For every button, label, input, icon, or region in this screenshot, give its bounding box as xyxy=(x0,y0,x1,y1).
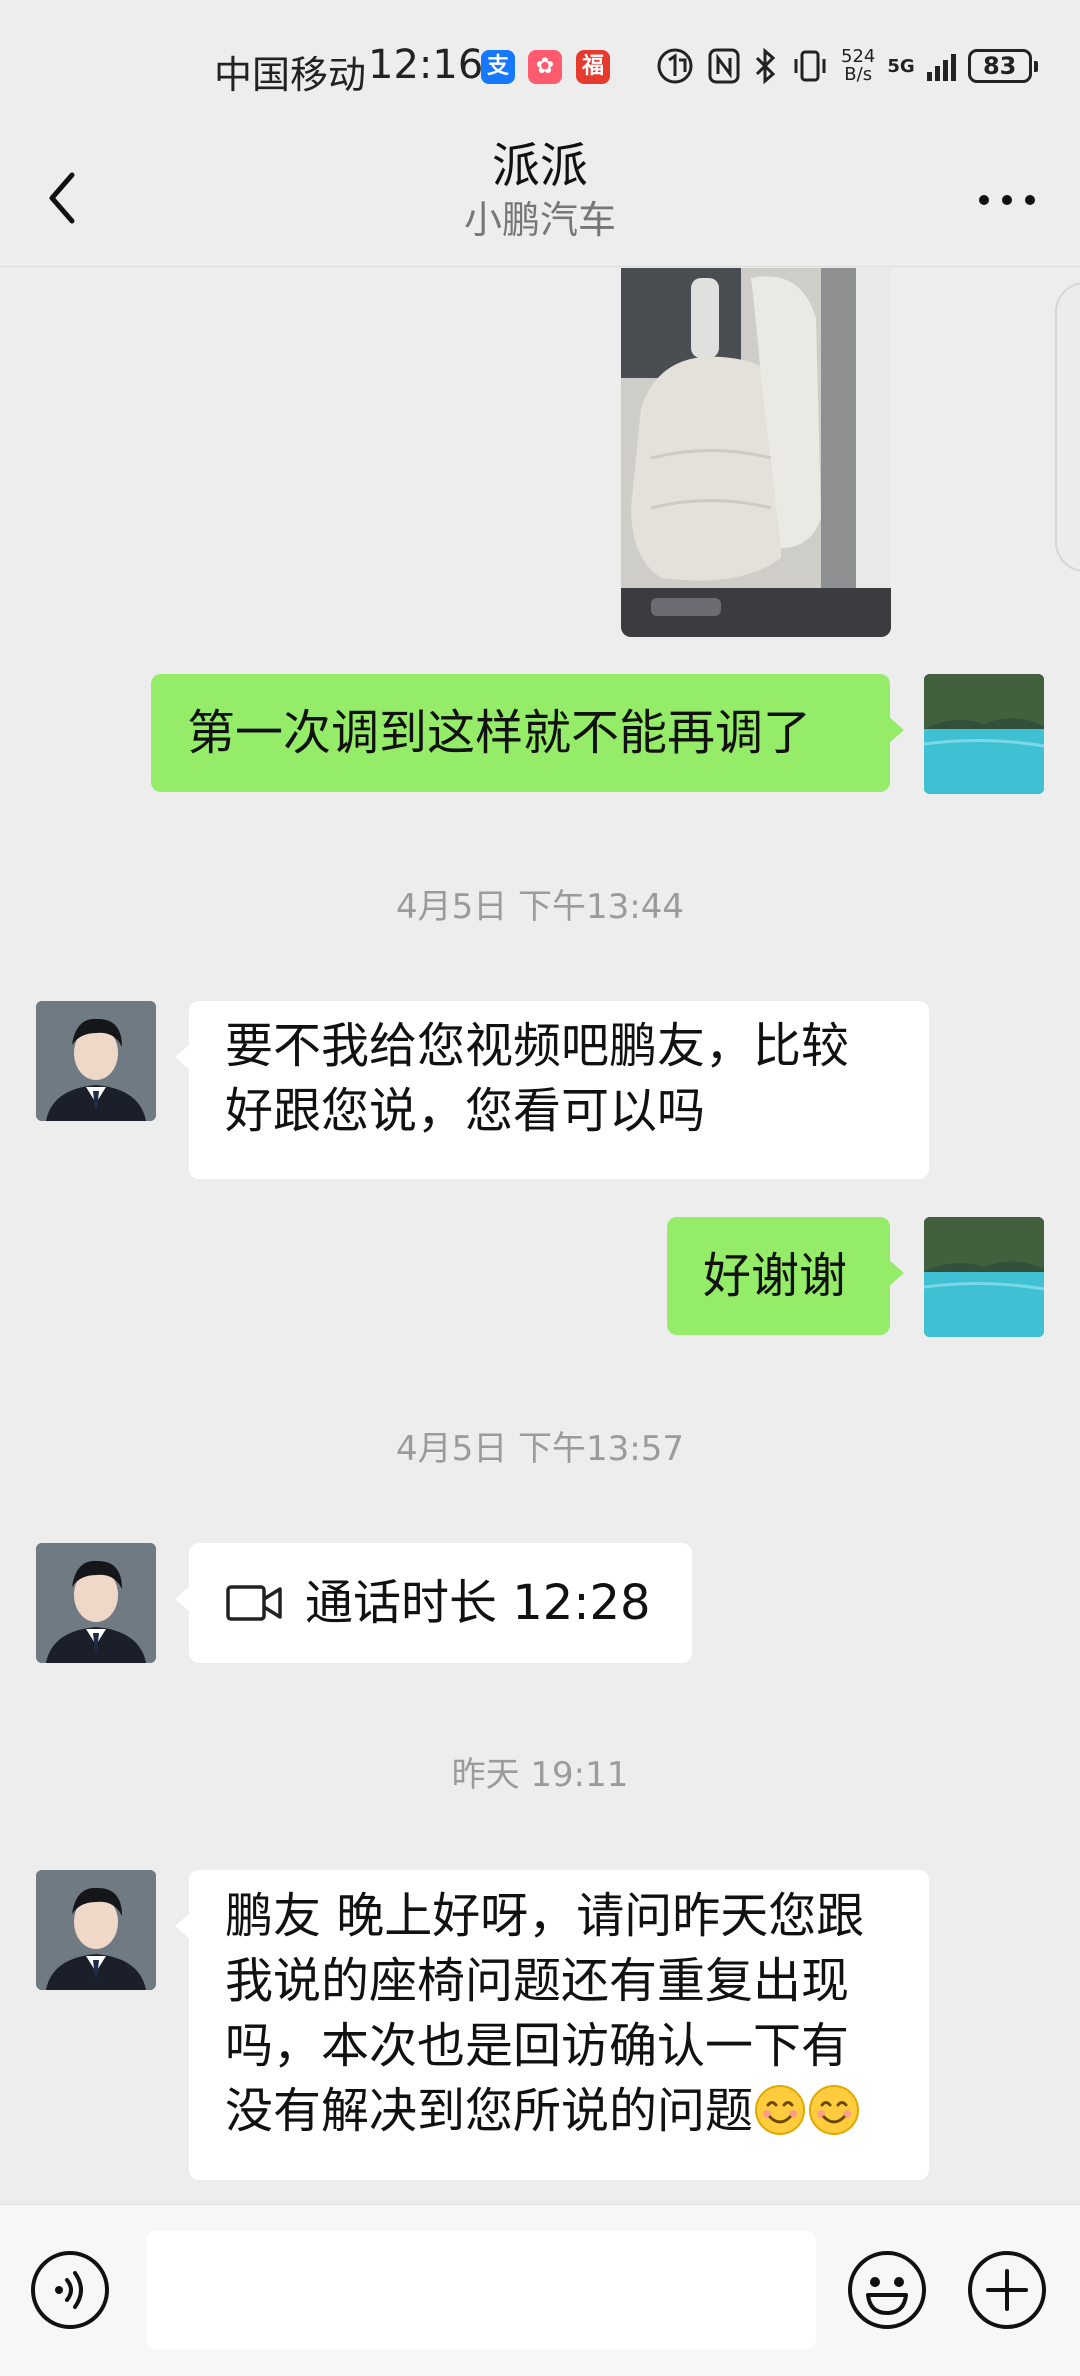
status-indicators: 524 B/s 5G 83 xyxy=(655,44,1038,88)
message-text-line: 没有解决到您所说的问题 xyxy=(225,2079,893,2144)
smiling-emoji-icon xyxy=(755,2085,806,2135)
video-camera-icon xyxy=(226,1585,282,1621)
timestamp: 4月5日 下午13:57 xyxy=(395,1429,685,1469)
received-message[interactable]: 要不我给您视频吧鹏友，比较 好跟您说，您看可以吗 xyxy=(175,1001,929,1179)
self-avatar[interactable] xyxy=(924,674,1044,794)
vibrate-icon xyxy=(794,50,826,82)
self-avatar[interactable] xyxy=(924,1217,1044,1337)
agent-avatar[interactable] xyxy=(36,1543,156,1663)
clock-time: 12:16 xyxy=(368,42,484,88)
agent-portrait-image xyxy=(36,1001,156,1121)
car-seat-photo xyxy=(621,268,891,637)
bluetooth-icon xyxy=(755,47,776,85)
chat-subtitle: 小鹏汽车 xyxy=(463,198,616,242)
sent-message[interactable]: 第一次调到这样就不能再调了 xyxy=(151,674,904,792)
timestamp: 昨天 19:11 xyxy=(451,1755,629,1795)
more-options-icon[interactable] xyxy=(972,185,1042,215)
message-text: 好谢谢 xyxy=(703,1248,848,1304)
received-message[interactable]: 鹏友 晚上好呀，请问昨天您跟 我说的座椅问题还有重复出现 吗，本次也是回访确认一… xyxy=(175,1870,929,2180)
input-bar xyxy=(0,2204,1080,2376)
signal-icon xyxy=(926,51,956,81)
agent-avatar[interactable] xyxy=(36,1870,156,1990)
network-speed: 524 B/s xyxy=(841,48,875,84)
message-text: 没有解决到您所说的问题 xyxy=(225,2083,754,2139)
call-duration-text: 通话时长 12:28 xyxy=(305,1575,651,1631)
video-call-record[interactable]: 通话时长 12:28 xyxy=(175,1543,692,1663)
photo-message[interactable] xyxy=(621,268,891,637)
message-text: 第一次调到这样就不能再调了 xyxy=(187,705,812,761)
network-type: 5G xyxy=(887,55,915,77)
battery-icon: 83 xyxy=(967,49,1038,83)
status-bar: 中国移动 12:16 支 ✿ 福 524 B/s 5G 83 xyxy=(0,0,1080,135)
timestamp: 4月5日 下午13:44 xyxy=(395,887,685,927)
sent-message[interactable]: 好谢谢 xyxy=(667,1217,904,1335)
nfc-icon xyxy=(708,48,740,84)
chat-title: 派派 xyxy=(491,138,588,194)
agent-portrait-image xyxy=(36,1870,156,1990)
agent-avatar[interactable] xyxy=(36,1001,156,1121)
message-text-line: 鹏友 晚上好呀，请问昨天您跟 xyxy=(225,1888,865,1944)
alipay-icon: 支 xyxy=(481,50,515,84)
lake-avatar-image xyxy=(924,1217,1044,1337)
message-text-line: 我说的座椅问题还有重复出现 xyxy=(225,1953,850,2009)
lake-avatar-image xyxy=(924,674,1044,794)
emoji-picker-icon[interactable] xyxy=(846,2249,928,2331)
network-speed-unit: B/s xyxy=(844,64,873,85)
red-app-icon: 福 xyxy=(576,50,610,84)
more-functions-plus-icon[interactable] xyxy=(966,2249,1048,2331)
hd-call-icon xyxy=(657,48,693,84)
message-text-line: 好跟您说，您看可以吗 xyxy=(225,1083,706,1139)
side-panel-handle[interactable] xyxy=(1055,282,1080,572)
agent-portrait-image xyxy=(36,1543,156,1663)
carrier-label: 中国移动 xyxy=(214,53,367,97)
game-app-icon: ✿ xyxy=(528,50,562,84)
smiling-emoji-icon xyxy=(809,2085,860,2135)
chat-header: 派派 小鹏汽车 xyxy=(0,135,1080,267)
message-text-line: 吗，本次也是回访确认一下有 xyxy=(225,2018,850,2074)
message-list[interactable]: 第一次调到这样就不能再调了 4月5日 下午13:44 要不我给您视频吧鹏友，比较… xyxy=(0,268,1080,2204)
message-input[interactable] xyxy=(146,2231,816,2349)
message-text-line: 要不我给您视频吧鹏友，比较 xyxy=(225,1018,850,1074)
voice-input-icon[interactable] xyxy=(29,2249,111,2331)
